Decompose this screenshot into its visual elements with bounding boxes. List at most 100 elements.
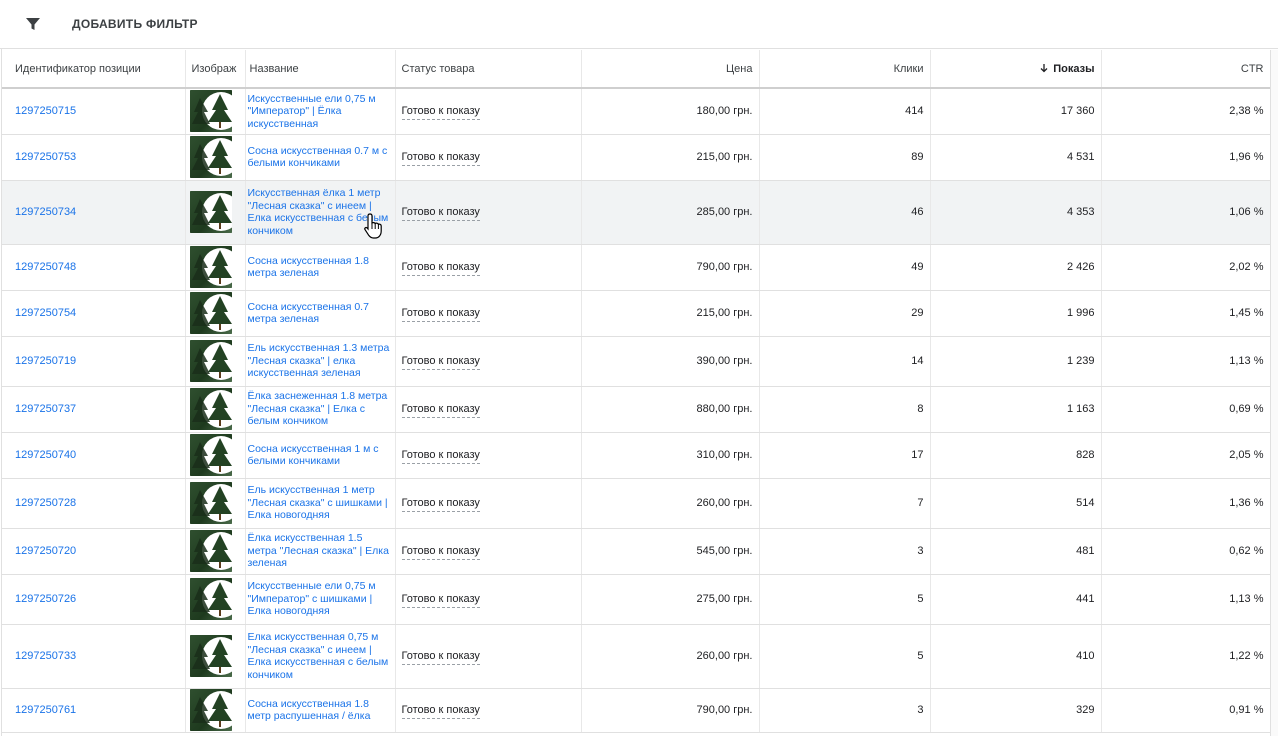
impressions-cell: 329 [930, 688, 1102, 733]
product-thumbnail[interactable] [189, 246, 232, 288]
table-row[interactable]: 1297250733 Елка искусственная 0,75 м "Ле… [2, 624, 1271, 689]
product-thumbnail[interactable] [189, 530, 232, 572]
status-badge[interactable]: Готово к показу [401, 261, 480, 276]
product-thumbnail[interactable] [189, 136, 232, 178]
product-name-link[interactable]: Сосна искусственная 1.8 метр распушенная… [245, 688, 396, 733]
column-header-clicks[interactable]: Клики [759, 50, 931, 89]
status-badge[interactable]: Готово к показу [401, 704, 480, 719]
status-badge[interactable]: Готово к показу [401, 545, 480, 560]
column-header-image[interactable]: Изображ [185, 50, 246, 89]
table-row[interactable]: 1297250726 Искусственные ели 0,75 м "Имп… [2, 574, 1271, 625]
status-badge[interactable]: Готово к показу [401, 151, 480, 166]
item-id-link[interactable]: 1297250740 [15, 449, 76, 461]
table-row[interactable]: 1297250734 Искусственная ёлка 1 метр "Ле… [2, 180, 1271, 245]
product-name-link[interactable]: Искусственные ели 0,75 м "Император" | Ё… [245, 88, 396, 135]
item-id-link[interactable]: 1297250733 [15, 650, 76, 662]
table-row[interactable]: 1297250719 Ель искусственная 1.3 метра "… [2, 336, 1271, 387]
table-row[interactable]: 1297250720 Ёлка искусственная 1.5 метра … [2, 528, 1271, 575]
price-cell: 285,00 грн. [581, 180, 760, 245]
item-id-link[interactable]: 1297250734 [15, 206, 76, 218]
image-cell [185, 478, 246, 529]
item-id-cell: 1297250737 [2, 386, 186, 433]
product-name-link[interactable]: Ёлка заснеженная 1.8 метра "Лесная сказк… [245, 386, 396, 433]
product-name-link[interactable]: Ель искусственная 1 метр "Лесная сказка"… [245, 478, 396, 529]
impressions-cell: 514 [930, 478, 1102, 529]
item-id-link[interactable]: 1297250728 [15, 497, 76, 509]
column-header-id[interactable]: Идентификатор позиции [2, 50, 186, 89]
status-badge[interactable]: Готово к показу [401, 403, 480, 418]
impressions-cell: 410 [930, 624, 1102, 689]
product-name-link[interactable]: Ёлка искусственная 1.5 метра "Лесная ска… [245, 528, 396, 575]
status-badge[interactable]: Готово к показу [401, 206, 480, 221]
price-cell: 390,00 грн. [581, 336, 760, 387]
item-id-link[interactable]: 1297250720 [15, 545, 76, 557]
christmas-tree-icon [191, 250, 232, 284]
product-name-link[interactable]: Елка искусственная 0,75 м "Лесная сказка… [245, 624, 396, 689]
status-cell: Готово к показу [395, 88, 582, 135]
item-id-link[interactable]: 1297250719 [15, 355, 76, 367]
christmas-tree-icon [191, 438, 232, 472]
product-name-link[interactable]: Сосна искусственная 0.7 метра зеленая [245, 290, 396, 337]
product-thumbnail[interactable] [189, 434, 232, 476]
item-id-link[interactable]: 1297250761 [15, 704, 76, 716]
image-cell [185, 432, 246, 479]
status-cell: Готово к показу [395, 386, 582, 433]
price-cell: 545,00 грн. [581, 528, 760, 575]
product-thumbnail[interactable] [189, 191, 232, 233]
image-cell [185, 180, 246, 245]
clicks-cell: 7 [759, 478, 931, 529]
item-id-link[interactable]: 1297250753 [15, 151, 76, 163]
christmas-tree-icon [191, 296, 232, 330]
ctr-cell: 0,62 % [1101, 528, 1271, 575]
status-badge[interactable]: Готово к показу [401, 307, 480, 322]
item-id-link[interactable]: 1297250715 [15, 105, 76, 117]
item-id-link[interactable]: 1297250748 [15, 261, 76, 273]
product-thumbnail[interactable] [189, 388, 232, 430]
table-row[interactable]: 1297250761 Сосна искусственная 1.8 метр … [2, 688, 1271, 733]
ctr-cell: 1,96 % [1101, 134, 1271, 181]
status-badge[interactable]: Готово к показу [401, 497, 480, 512]
item-id-link[interactable]: 1297250737 [15, 403, 76, 415]
product-thumbnail[interactable] [189, 292, 232, 334]
column-header-name[interactable]: Название [245, 50, 396, 89]
christmas-tree-icon [191, 392, 232, 426]
clicks-cell: 46 [759, 180, 931, 245]
status-badge[interactable]: Готово к показу [401, 355, 480, 370]
scrollbar-track[interactable] [1270, 50, 1278, 736]
product-thumbnail[interactable] [189, 635, 232, 677]
product-name-link[interactable]: Искусственные ели 0,75 м "Император" с ш… [245, 574, 396, 625]
add-filter-button[interactable]: ДОБАВИТЬ ФИЛЬТР [72, 17, 198, 31]
column-header-impressions[interactable]: Показы [930, 50, 1102, 89]
column-header-ctr[interactable]: CTR [1101, 50, 1271, 89]
table-row[interactable]: 1297250737 Ёлка заснеженная 1.8 метра "Л… [2, 386, 1271, 433]
status-badge[interactable]: Готово к показу [401, 593, 480, 608]
product-name-link[interactable]: Сосна искусственная 1.8 метра зеленая [245, 244, 396, 291]
item-id-link[interactable]: 1297250754 [15, 307, 76, 319]
product-thumbnail[interactable] [189, 689, 232, 731]
item-id-cell: 1297250740 [2, 432, 186, 479]
status-badge[interactable]: Готово к показу [401, 105, 480, 121]
table-row[interactable]: 1297250728 Ель искусственная 1 метр "Лес… [2, 478, 1271, 529]
product-thumbnail[interactable] [189, 482, 232, 524]
product-name-link[interactable]: Сосна искусственная 1 м с белыми кончика… [245, 432, 396, 479]
product-thumbnail[interactable] [189, 340, 232, 382]
clicks-cell: 3 [759, 528, 931, 575]
impressions-cell: 2 426 [930, 244, 1102, 291]
product-name-link[interactable]: Ель искусственная 1.3 метра "Лесная сказ… [245, 336, 396, 387]
column-header-status[interactable]: Статус товара [395, 50, 582, 89]
christmas-tree-icon [191, 140, 232, 174]
status-badge[interactable]: Готово к показу [401, 449, 480, 464]
table-row[interactable]: 1297250715 Искусственные ели 0,75 м "Имп… [2, 88, 1271, 135]
table-row[interactable]: 1297250753 Сосна искусственная 0.7 м с б… [2, 134, 1271, 181]
column-header-price[interactable]: Цена [581, 50, 760, 89]
table-row[interactable]: 1297250740 Сосна искусственная 1 м с бел… [2, 432, 1271, 479]
product-name-link[interactable]: Сосна искусственная 0.7 м с белыми кончи… [245, 134, 396, 181]
product-thumbnail[interactable] [189, 578, 232, 620]
table-row[interactable]: 1297250754 Сосна искусственная 0.7 метра… [2, 290, 1271, 337]
table-row[interactable]: 1297250748 Сосна искусственная 1.8 метра… [2, 244, 1271, 291]
item-id-link[interactable]: 1297250726 [15, 593, 76, 605]
clicks-cell: 3 [759, 688, 931, 733]
filter-icon[interactable] [25, 16, 41, 32]
product-thumbnail[interactable] [189, 90, 232, 133]
status-badge[interactable]: Готово к показу [401, 650, 480, 665]
